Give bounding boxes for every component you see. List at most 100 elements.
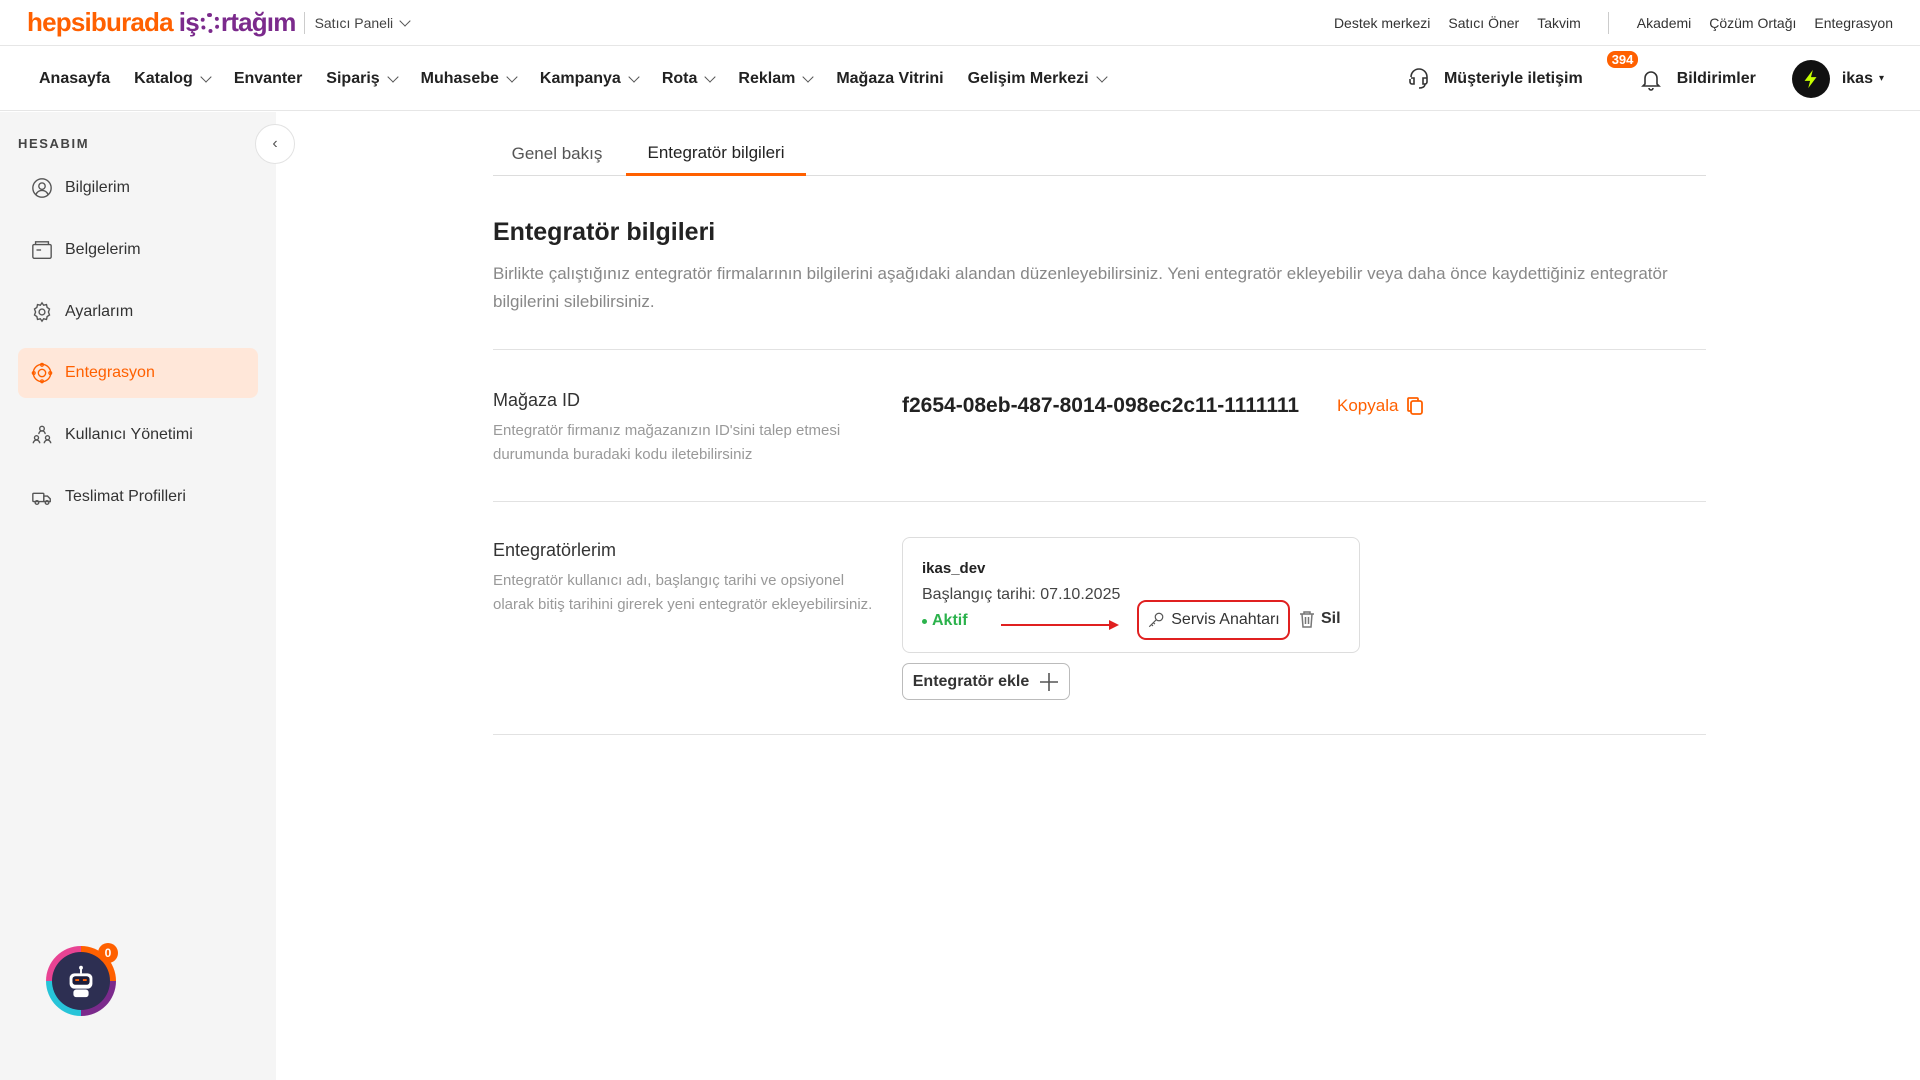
tab-overview[interactable]: Genel bakış (493, 132, 621, 176)
nav-item-catalog[interactable]: Katalog (134, 70, 212, 88)
store-id-value: f2654-08eb-487-8014-098ec2c11-1111111 (902, 394, 1300, 417)
notifications-count-badge: 394 (1606, 50, 1639, 68)
sidebar-item-label: Teslimat Profilleri (65, 488, 186, 505)
sidebar-item-delivery-profiles[interactable]: Teslimat Profilleri (18, 472, 258, 522)
status-dot-icon (922, 618, 927, 624)
user-menu[interactable]: ikas ▾ (1791, 59, 1884, 98)
bell-icon (1640, 70, 1661, 91)
gear-icon (33, 301, 51, 323)
nav-item-label: Muhasebe (420, 69, 499, 87)
integrator-name: ikas_dev (922, 560, 986, 577)
plus-icon (1040, 672, 1059, 691)
brand-logo-text-secondary-end: rtağım (220, 7, 296, 37)
nav-item-label: Envanter (233, 69, 303, 87)
divider (493, 501, 1706, 502)
service-key-label: Servis Anahtarı (1171, 611, 1280, 628)
user-name: ikas (1841, 69, 1873, 87)
main-nav: Anasayfa Katalog Envanter Sipariş Muhase… (0, 47, 1920, 111)
store-id-label: Mağaza ID (493, 390, 581, 410)
divider (1607, 11, 1609, 34)
integrator-status: Aktif (922, 612, 968, 630)
panel-switcher-label: Satıcı Paneli (314, 14, 394, 31)
chevron-down-icon (506, 70, 518, 83)
nav-item-label: Gelişim Merkezi (967, 69, 1089, 87)
arrow-right-icon (1001, 620, 1119, 630)
nav-item-accounting[interactable]: Muhasebe (420, 69, 518, 88)
copy-store-id-button[interactable]: Kopyala (1337, 396, 1424, 416)
sidebar-item-settings[interactable]: Ayarlarım (18, 287, 258, 337)
divider (493, 734, 1706, 735)
nav-item-campaign[interactable]: Kampanya (540, 70, 640, 88)
nav-item-orders[interactable]: Sipariş (326, 70, 399, 88)
chevron-down-icon (200, 70, 212, 83)
integrator-card: ikas_dev Başlangıç tarihi: 07.10.2025 Ak… (902, 537, 1360, 653)
chevron-down-icon (1095, 70, 1108, 83)
caret-down-icon: ▾ (1878, 73, 1884, 84)
store-id-description: Entegratör firmanız mağazanızın ID'sini … (493, 422, 841, 463)
copy-icon (1407, 397, 1424, 415)
nav-item-label: Rota (661, 69, 698, 87)
nav-item-storefront[interactable]: Mağaza Vitrini (836, 70, 943, 88)
tab-label: Genel bakış (511, 144, 603, 163)
panel-switcher[interactable]: Satıcı Paneli (314, 14, 411, 31)
sidebar-item-label: Ayarlarım (65, 303, 134, 320)
page-description: Birlikte çalıştığınız entegratör firmala… (493, 264, 1668, 311)
robot-icon (69, 965, 93, 998)
chevron-down-icon (802, 70, 814, 83)
divider (493, 349, 1706, 350)
status-badge: Aktif (932, 612, 968, 629)
nav-item-label: Mağaza Vitrini (836, 69, 944, 87)
lightning-icon (1804, 69, 1817, 88)
tab-integrator-info[interactable]: Entegratör bilgileri (626, 132, 806, 176)
top-links: Destek merkezi Satıcı Öner Takvim Akadem… (1316, 11, 1893, 34)
page-title: Entegratör bilgileri (493, 218, 716, 246)
service-key-button[interactable]: Servis Anahtarı (1137, 600, 1290, 640)
link-recommend-seller[interactable]: Satıcı Öner (1448, 15, 1519, 31)
nav-item-label: Reklam (738, 69, 796, 87)
notifications-button[interactable]: 394 Bildirimler (1606, 50, 1756, 91)
chevron-down-icon (704, 70, 717, 83)
link-support-center[interactable]: Destek merkezi (1334, 15, 1430, 31)
nav-item-home[interactable]: Anasayfa (39, 70, 110, 88)
nav-right-actions: Müşteriyle iletişim 394 Bildirimler ikas… (1407, 50, 1920, 98)
delete-integrator-button[interactable]: Sil (1299, 610, 1341, 628)
sidebar-item-user-management[interactable]: Kullanıcı Yönetimi (18, 410, 258, 460)
avatar (1791, 59, 1830, 98)
nav-item-ads[interactable]: Reklam (738, 69, 814, 88)
sidebar-collapse-button[interactable]: ‹ (255, 124, 295, 164)
link-integration[interactable]: Entegrasyon (1814, 15, 1893, 31)
sidebar-item-documents[interactable]: Belgelerim (18, 225, 258, 275)
chevron-down-icon (399, 14, 411, 27)
integrator-start-date: Başlangıç tarihi: 07.10.2025 (922, 586, 1121, 603)
truck-icon (32, 492, 51, 506)
add-integrator-label: Entegratör ekle (912, 672, 1030, 690)
customer-contact-label: Müşteriyle iletişim (1443, 69, 1583, 87)
brand-logo-text-secondary: iş (178, 7, 200, 37)
nav-item-route[interactable]: Rota (661, 69, 717, 88)
chevron-down-icon (628, 70, 640, 83)
link-solution-partner[interactable]: Çözüm Ortağı (1709, 15, 1796, 31)
users-icon (32, 425, 52, 444)
chat-bubbles-icon (1409, 67, 1428, 89)
nav-item-development-center[interactable]: Gelişim Merkezi (967, 69, 1108, 88)
tab-label: Entegratör bilgileri (647, 142, 785, 162)
brand-logo[interactable]: hepsiburada iş rtağım (27, 7, 296, 38)
add-integrator-button[interactable]: Entegratör ekle (902, 663, 1070, 700)
chevron-left-icon: ‹ (272, 135, 278, 152)
divider (303, 11, 305, 34)
top-bar: hepsiburada iş rtağım Satıcı Paneli Dest… (0, 0, 1920, 46)
documents-icon (32, 241, 52, 259)
integrators-label: Entegratörlerim (493, 540, 617, 560)
integrators-description: Entegratör kullanıcı adı, başlangıç tari… (493, 572, 873, 613)
customer-contact-button[interactable]: Müşteriyle iletişim (1407, 66, 1583, 92)
user-circle-icon (32, 178, 52, 198)
sidebar-item-integration[interactable]: Entegrasyon (18, 348, 258, 398)
link-calendar[interactable]: Takvim (1537, 15, 1581, 31)
link-academy[interactable]: Akademi (1637, 15, 1691, 31)
copy-label: Kopyala (1337, 396, 1399, 415)
nav-item-inventory[interactable]: Envanter (234, 70, 302, 88)
key-icon (1149, 612, 1164, 628)
integration-icon (31, 362, 53, 384)
sidebar-item-my-info[interactable]: Bilgilerim (18, 163, 258, 213)
brand-logo-text-primary: hepsiburada (27, 7, 174, 37)
